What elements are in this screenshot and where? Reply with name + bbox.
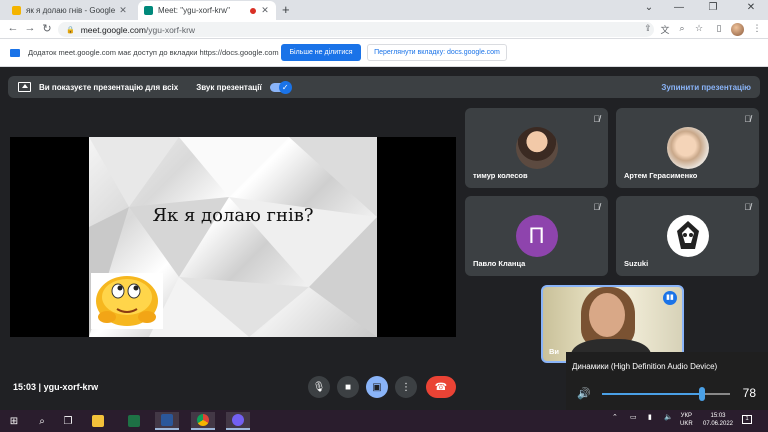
battery-icon[interactable]: ▮ — [648, 413, 652, 421]
volume-value: 78 — [742, 386, 756, 400]
participant-name: тимур колесов — [473, 171, 528, 180]
presentation-sound-toggle[interactable]: ✓ — [269, 80, 292, 94]
speaker-icon[interactable]: 🔊 — [577, 387, 591, 400]
bookmark-star-icon[interactable]: ☆ — [692, 23, 706, 34]
tab-slides[interactable]: як я долаю гнів - Google Пр ✕ — [6, 1, 134, 20]
microphone-button[interactable]: 🎙 — [308, 376, 330, 398]
menu-icon[interactable]: ⋮ — [750, 23, 764, 34]
stop-sharing-button[interactable]: Більше не ділитися — [281, 44, 361, 61]
avatar: П — [515, 215, 558, 257]
slide-title: Як я долаю гнів? — [152, 205, 314, 226]
lang-line-2: UKR — [680, 421, 693, 427]
check-icon: ✓ — [278, 80, 292, 94]
participant-tile[interactable]: 🎙̸ Артем Герасименко — [616, 108, 759, 188]
participant-name: Артем Герасименко — [624, 171, 698, 180]
system-clock[interactable]: 15:03 07.06.2022 — [702, 412, 734, 428]
presenting-label: Ви показуєте презентацію для всіх — [39, 82, 179, 92]
volume-tray-icon[interactable]: 🔈 — [664, 413, 673, 421]
mic-off-icon: 🎙̸ — [744, 202, 751, 212]
audio-device-name: Динамики (High Definition Audio Device) — [572, 362, 718, 371]
shared-slide: Як я долаю гнів? — [89, 137, 377, 337]
self-video-face — [589, 293, 625, 337]
volume-slider-fill — [602, 393, 702, 395]
view-tab-button[interactable]: Переглянути вкладку: docs.google.com — [367, 44, 507, 61]
thinking-emoji-image — [91, 273, 163, 329]
presentation-bar: Ви показуєте презентацію для всіх Звук п… — [8, 76, 760, 98]
new-tab-icon[interactable]: + — [282, 2, 290, 17]
presentation-stage: Як я долаю гнів? — [10, 137, 456, 337]
mic-off-icon: 🎙̸ — [593, 202, 600, 212]
forward-icon[interactable]: → — [22, 22, 38, 34]
url-field[interactable]: 🔒 meet.google.com/ygu-xorf-krw — [58, 22, 654, 37]
share-icon[interactable]: ⇪ — [641, 23, 655, 34]
sidebar-icon[interactable]: ▯ — [712, 23, 726, 34]
more-options-button[interactable]: ⋮ — [395, 376, 417, 398]
sharing-infobar: Додаток meet.google.com має доступ до вк… — [0, 39, 768, 67]
viber-icon[interactable] — [226, 412, 250, 430]
close-window-icon[interactable]: ✕ — [738, 2, 764, 13]
reload-icon[interactable]: ↻ — [39, 22, 55, 35]
browser-tab-strip: як я долаю гнів - Google Пр ✕ Meet: "ygu… — [0, 0, 768, 20]
clock-date: 07.06.2022 — [702, 421, 734, 427]
excel-icon[interactable] — [122, 412, 146, 430]
address-bar: ← → ↻ 🔒 meet.google.com/ygu-xorf-krw ⇪ 文… — [0, 20, 768, 39]
lock-icon: 🔒 — [66, 26, 75, 34]
leave-call-button[interactable]: ☎ — [426, 376, 456, 398]
profile-avatar[interactable] — [731, 23, 744, 36]
meeting-code: ygu-xorf-krw — [43, 382, 99, 392]
camera-button[interactable]: ■ — [337, 376, 359, 398]
chrome-icon[interactable] — [191, 412, 215, 430]
mic-off-icon: 🎙̸ — [744, 114, 751, 124]
windows-start-icon[interactable]: ⊞ — [2, 412, 26, 430]
file-explorer-icon[interactable] — [86, 412, 110, 430]
participant-tile[interactable]: 🎙̸ П Павло Кланца — [465, 196, 608, 276]
tab-title: Meet: "ygu-xorf-krw" — [158, 6, 230, 15]
zoom-icon[interactable]: ⌕ — [675, 23, 689, 34]
participant-name: Suzuki — [624, 259, 649, 268]
meet-favicon-icon — [144, 6, 153, 15]
tab-meet[interactable]: Meet: "ygu-xorf-krw" ✕ — [138, 1, 276, 20]
windows-taskbar: ⊞ ⌕ ❐ ⌃ ▭ ▮ 🔈 УКР UKR 15:03 07.06.2022 1 — [0, 410, 768, 432]
stop-presenting-button[interactable]: Зупинити презентацію — [661, 83, 751, 92]
task-view-icon[interactable]: ❐ — [56, 412, 80, 430]
screen-share-icon — [10, 48, 20, 57]
participant-tile[interactable]: 🎙̸ тимур колесов — [465, 108, 608, 188]
url-host: meet.google.com — [80, 24, 146, 35]
close-tab-icon[interactable]: ✕ — [260, 5, 270, 16]
participant-name: Павло Кланца — [473, 259, 526, 268]
close-tab-icon[interactable]: ✕ — [118, 5, 128, 16]
self-name: Ви — [549, 347, 560, 356]
input-language[interactable]: УКР UKR — [680, 412, 693, 428]
present-screen-icon — [18, 82, 31, 92]
lang-line-1: УКР — [680, 413, 692, 419]
tab-search-icon[interactable]: ⌄ — [636, 2, 662, 13]
volume-popup: Динамики (High Definition Audio Device) … — [566, 352, 768, 410]
url-path: /ygu-xorf-krw — [145, 24, 196, 35]
volume-slider-thumb[interactable] — [698, 387, 705, 401]
translate-icon[interactable]: 文 — [658, 23, 672, 36]
recording-icon — [250, 7, 256, 14]
search-icon[interactable]: ⌕ — [30, 412, 54, 430]
slides-favicon-icon — [12, 6, 21, 15]
minimize-icon[interactable]: — — [666, 2, 692, 13]
avatar — [666, 127, 709, 169]
present-now-button[interactable]: ▣ — [366, 376, 388, 398]
participant-tile[interactable]: 🎙̸ Suzuki — [616, 196, 759, 276]
meeting-time-and-code: 15:03 | ygu-xorf-krw — [13, 382, 99, 392]
back-icon[interactable]: ← — [5, 22, 21, 34]
clock-time: 15:03 — [710, 413, 726, 419]
meeting-time: 15:03 — [13, 382, 37, 392]
network-icon[interactable]: ▭ — [630, 413, 637, 421]
notifications-icon[interactable]: 1 — [742, 415, 752, 424]
tray-chevron-icon[interactable]: ⌃ — [612, 413, 618, 421]
word-icon[interactable] — [155, 412, 179, 430]
presentation-sound-label: Звук презентації — [196, 82, 262, 92]
mic-off-icon: 🎙̸ — [593, 114, 600, 124]
sharing-message: Додаток meet.google.com має доступ до вк… — [28, 48, 279, 57]
maximize-icon[interactable]: ❐ — [700, 2, 726, 13]
avatar — [666, 215, 709, 257]
speaking-indicator-icon: ▮▮ — [663, 291, 677, 305]
tab-title: як я долаю гнів - Google Пр — [26, 6, 118, 15]
avatar — [515, 127, 558, 169]
